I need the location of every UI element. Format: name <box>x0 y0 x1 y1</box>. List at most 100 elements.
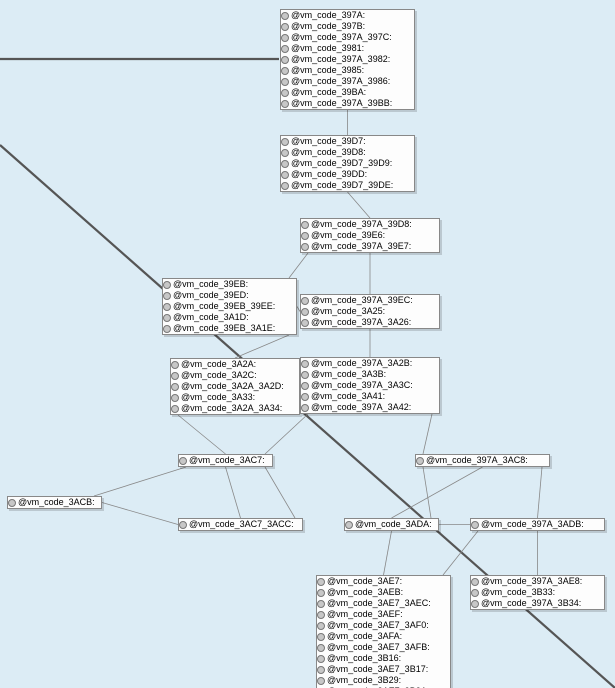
port-icon <box>416 457 424 465</box>
code-label: @vm_code_3ADA: <box>355 519 432 530</box>
code-line: @vm_code_3985: <box>281 65 414 76</box>
code-label: @vm_code_39ED: <box>173 290 249 301</box>
port-icon <box>281 182 289 190</box>
port-icon <box>163 303 171 311</box>
code-label: @vm_code_3A2C: <box>181 370 257 381</box>
code-label: @vm_code_3A33: <box>181 392 255 403</box>
code-label: @vm_code_397A_3AE8: <box>481 576 582 587</box>
code-label: @vm_code_3A25: <box>311 306 385 317</box>
port-icon <box>281 45 289 53</box>
code-label: @vm_code_3A41: <box>311 391 385 402</box>
code-line: @vm_code_3A33: <box>171 392 299 403</box>
code-line: @vm_code_3AE7: <box>317 576 450 587</box>
port-icon <box>281 171 289 179</box>
code-label: @vm_code_397A_3A26: <box>311 317 411 328</box>
port-icon <box>163 292 171 300</box>
code-line: @vm_code_397A_3AE8: <box>471 576 604 587</box>
code-label: @vm_code_3AE7_3AEC: <box>327 598 431 609</box>
code-label: @vm_code_397A_3A2B: <box>311 358 412 369</box>
code-line: @vm_code_3ADA: <box>345 519 438 530</box>
code-line: @vm_code_3A25: <box>301 306 439 317</box>
code-line: @vm_code_397A_39BB: <box>281 98 414 109</box>
code-line: @vm_code_3A2A_3A2D: <box>171 381 299 392</box>
code-line: @vm_code_3AFA: <box>317 631 450 642</box>
code-label: @vm_code_397A_397C: <box>291 32 392 43</box>
graph-node[interactable]: @vm_code_3ADA: <box>344 518 439 531</box>
graph-node[interactable]: @vm_code_3A2A:@vm_code_3A2C:@vm_code_3A2… <box>170 358 300 415</box>
port-icon <box>171 372 179 380</box>
graph-node[interactable]: @vm_code_3AC7_3ACC: <box>178 518 303 531</box>
port-icon <box>281 67 289 75</box>
code-label: @vm_code_39D8: <box>291 147 366 158</box>
code-label: @vm_code_3981: <box>291 43 364 54</box>
graph-node[interactable]: @vm_code_397A_3ADB: <box>470 518 605 531</box>
code-label: @vm_code_39D7: <box>291 136 366 147</box>
port-icon <box>179 457 187 465</box>
graph-node[interactable]: @vm_code_397A_39D8:@vm_code_39E6:@vm_cod… <box>300 218 440 253</box>
code-line: @vm_code_397A_3A3C: <box>301 380 439 391</box>
code-line: @vm_code_3B16: <box>317 653 450 664</box>
port-icon <box>317 578 325 586</box>
code-line: @vm_code_397A_3A26: <box>301 317 439 328</box>
port-icon <box>171 383 179 391</box>
port-icon <box>301 319 309 327</box>
code-label: @vm_code_397A_3ADB: <box>481 519 584 530</box>
graph-node[interactable]: @vm_code_397A_3AC8: <box>415 454 550 467</box>
code-line: @vm_code_3A1D: <box>163 312 296 323</box>
port-icon <box>301 360 309 368</box>
port-icon <box>163 325 171 333</box>
code-label: @vm_code_397A_39BB: <box>291 98 392 109</box>
code-label: @vm_code_3AFA: <box>327 631 402 642</box>
code-line: @vm_code_397A_3AC8: <box>416 455 549 466</box>
code-label: @vm_code_3B33: <box>481 587 555 598</box>
graph-node[interactable]: @vm_code_39EB:@vm_code_39ED:@vm_code_39E… <box>162 278 297 335</box>
graph-node[interactable]: @vm_code_3AC7: <box>178 454 273 467</box>
code-label: @vm_code_39E6: <box>311 230 385 241</box>
code-line: @vm_code_39BA: <box>281 87 414 98</box>
code-line: @vm_code_3B29: <box>317 675 450 686</box>
graph-node[interactable]: @vm_code_397A_3A2B:@vm_code_3A3B:@vm_cod… <box>300 357 440 414</box>
graph-node[interactable]: @vm_code_397A:@vm_code_397B:@vm_code_397… <box>280 9 415 110</box>
code-label: @vm_code_3B29: <box>327 675 401 686</box>
code-line: @vm_code_397A_3986: <box>281 76 414 87</box>
port-icon <box>281 160 289 168</box>
port-icon <box>301 243 309 251</box>
code-label: @vm_code_3A2A: <box>181 359 256 370</box>
code-label: @vm_code_3AE7_3B17: <box>327 664 428 675</box>
code-label: @vm_code_397A_3B34: <box>481 598 581 609</box>
graph-canvas[interactable]: @vm_code_397A:@vm_code_397B:@vm_code_397… <box>0 0 615 688</box>
code-line: @vm_code_397A_397C: <box>281 32 414 43</box>
graph-node[interactable]: @vm_code_3ACB: <box>7 496 102 509</box>
port-icon <box>345 521 353 529</box>
port-icon <box>471 521 479 529</box>
graph-node[interactable]: @vm_code_3AE7:@vm_code_3AEB:@vm_code_3AE… <box>316 575 451 688</box>
code-label: @vm_code_3AC7: <box>189 455 265 466</box>
port-icon <box>317 600 325 608</box>
code-line: @vm_code_39D8: <box>281 147 414 158</box>
code-label: @vm_code_3B16: <box>327 653 401 664</box>
graph-node[interactable]: @vm_code_397A_3AE8:@vm_code_3B33:@vm_cod… <box>470 575 605 610</box>
code-line: @vm_code_3AE7_3AF0: <box>317 620 450 631</box>
port-icon <box>317 611 325 619</box>
port-icon <box>301 382 309 390</box>
code-line: @vm_code_397A_39E7: <box>301 241 439 252</box>
code-label: @vm_code_3AE7: <box>327 576 402 587</box>
port-icon <box>281 56 289 64</box>
port-icon <box>281 149 289 157</box>
port-icon <box>281 23 289 31</box>
code-label: @vm_code_397A_3AC8: <box>426 455 528 466</box>
port-icon <box>179 521 187 529</box>
code-label: @vm_code_3AEF: <box>327 609 403 620</box>
port-icon <box>471 578 479 586</box>
code-line: @vm_code_3ACB: <box>8 497 101 508</box>
code-line: @vm_code_39ED: <box>163 290 296 301</box>
code-line: @vm_code_3AEB: <box>317 587 450 598</box>
code-line: @vm_code_3A2A_3A34: <box>171 403 299 414</box>
code-line: @vm_code_3AE7_3AEC: <box>317 598 450 609</box>
port-icon <box>317 589 325 597</box>
graph-node[interactable]: @vm_code_397A_39EC:@vm_code_3A25:@vm_cod… <box>300 294 440 329</box>
graph-node[interactable]: @vm_code_39D7:@vm_code_39D8:@vm_code_39D… <box>280 135 415 192</box>
port-icon <box>317 666 325 674</box>
code-label: @vm_code_39D7_39D9: <box>291 158 392 169</box>
code-label: @vm_code_397A_39EC: <box>311 295 413 306</box>
